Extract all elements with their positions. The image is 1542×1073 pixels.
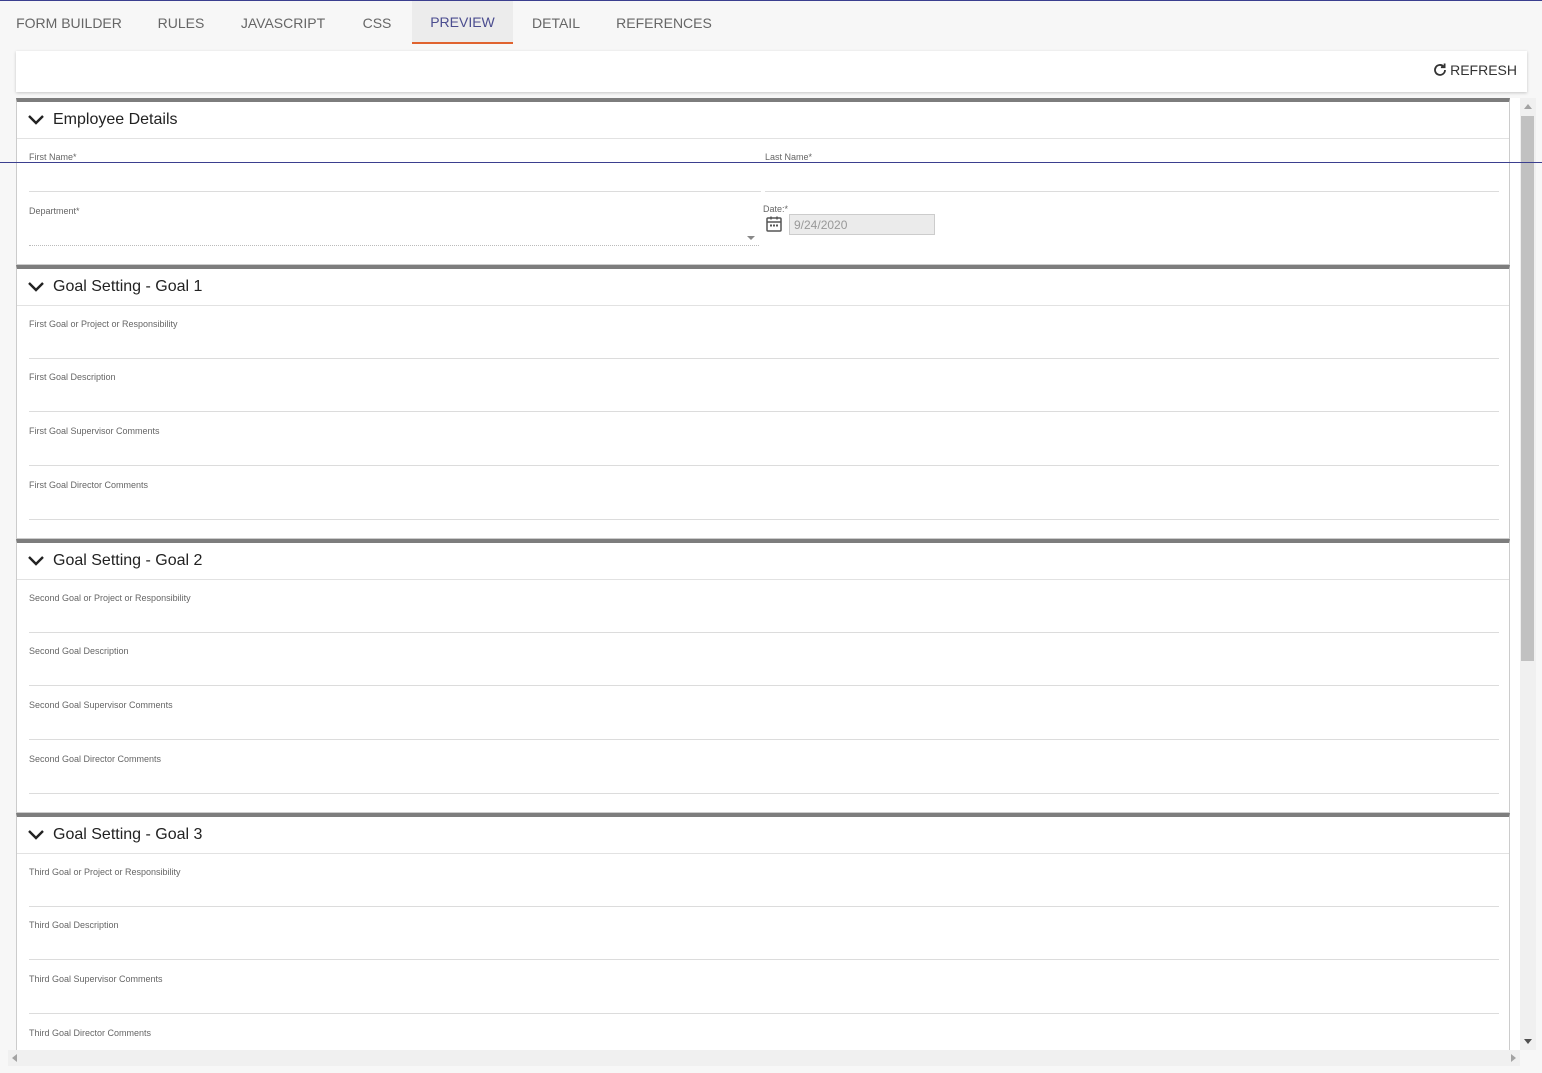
field-label: Third Goal Supervisor Comments: [29, 974, 163, 984]
field-label: First Goal Description: [29, 372, 116, 382]
chevron-down-icon: [28, 282, 44, 292]
tab-css[interactable]: CSS: [342, 1, 412, 44]
section-employee-details: Employee Details First Name* Last Name* …: [16, 98, 1510, 265]
guide-line: [0, 162, 1542, 163]
goal-field[interactable]: Second Goal Description: [29, 646, 1499, 686]
field-label: First Goal Supervisor Comments: [29, 426, 160, 436]
field-label: Third Goal Description: [29, 920, 119, 930]
section-title: Goal Setting - Goal 1: [53, 278, 203, 295]
refresh-label: REFRESH: [1450, 62, 1517, 78]
section-header[interactable]: Goal Setting - Goal 1: [17, 269, 1509, 306]
chevron-down-icon: [28, 115, 44, 125]
tab-preview[interactable]: PREVIEW: [412, 1, 513, 44]
first-name-field[interactable]: First Name*: [29, 152, 761, 192]
chevron-down-icon: [28, 556, 44, 566]
field-label: First Name*: [29, 152, 77, 162]
goal-field[interactable]: Third Goal Director Comments: [29, 1028, 1499, 1050]
field-label: Third Goal or Project or Responsibility: [29, 867, 181, 877]
goal-field[interactable]: Second Goal or Project or Responsibility: [29, 593, 1499, 633]
form-preview: Employee Details First Name* Last Name* …: [16, 98, 1520, 1050]
goal-field[interactable]: Third Goal or Project or Responsibility: [29, 867, 1499, 907]
date-input[interactable]: [789, 214, 935, 235]
tab-references[interactable]: REFERENCES: [599, 1, 729, 44]
goal-field[interactable]: First Goal Description: [29, 372, 1499, 412]
section-title: Goal Setting - Goal 2: [53, 552, 203, 569]
dropdown-arrow-icon: [747, 236, 755, 240]
section-header[interactable]: Goal Setting - Goal 2: [17, 543, 1509, 580]
goal-field[interactable]: First Goal Director Comments: [29, 480, 1499, 520]
field-label: Third Goal Director Comments: [29, 1028, 152, 1038]
section-header[interactable]: Employee Details: [17, 102, 1509, 139]
scroll-down-icon[interactable]: [1524, 1039, 1532, 1044]
scrollbar-thumb[interactable]: [1521, 116, 1534, 661]
horizontal-scrollbar[interactable]: [8, 1050, 1520, 1066]
field-label: Second Goal or Project or Responsibility: [29, 593, 191, 603]
scroll-right-icon[interactable]: [1511, 1054, 1516, 1062]
refresh-button[interactable]: REFRESH: [1432, 62, 1517, 78]
section-goal-1: Goal Setting - Goal 1 First Goal or Proj…: [16, 265, 1510, 539]
refresh-icon: [1434, 63, 1446, 76]
scroll-left-icon[interactable]: [12, 1054, 17, 1062]
goal-field[interactable]: Second Goal Director Comments: [29, 754, 1499, 794]
calendar-icon[interactable]: [765, 215, 783, 233]
goal-field[interactable]: Third Goal Supervisor Comments: [29, 974, 1499, 1014]
field-label: Date:*: [763, 204, 789, 214]
goal-field[interactable]: First Goal Supervisor Comments: [29, 426, 1499, 466]
last-name-field[interactable]: Last Name*: [765, 152, 1499, 192]
chevron-down-icon: [28, 830, 44, 840]
tab-detail[interactable]: DETAIL: [513, 1, 599, 44]
field-label: First Goal Director Comments: [29, 480, 149, 490]
section-header[interactable]: Goal Setting - Goal 3: [17, 817, 1509, 854]
field-label: First Goal or Project or Responsibility: [29, 319, 178, 329]
goal-field[interactable]: First Goal or Project or Responsibility: [29, 319, 1499, 359]
department-select[interactable]: Department*: [29, 206, 759, 246]
field-label: Second Goal Director Comments: [29, 754, 162, 764]
tab-form-builder[interactable]: FORM BUILDER: [0, 1, 138, 44]
vertical-scrollbar[interactable]: [1520, 98, 1536, 1050]
field-label: Second Goal Description: [29, 646, 129, 656]
field-label: Department*: [29, 206, 80, 216]
date-field: Date:*: [763, 204, 963, 244]
preview-toolbar: REFRESH: [16, 51, 1527, 92]
tab-rules[interactable]: RULES: [138, 1, 224, 44]
section-title: Employee Details: [53, 111, 178, 128]
goal-field[interactable]: Third Goal Description: [29, 920, 1499, 960]
tab-javascript[interactable]: JAVASCRIPT: [224, 1, 342, 44]
section-goal-2: Goal Setting - Goal 2 Second Goal or Pro…: [16, 539, 1510, 813]
section-title: Goal Setting - Goal 3: [53, 826, 203, 843]
goal-field[interactable]: Second Goal Supervisor Comments: [29, 700, 1499, 740]
tab-bar: FORM BUILDER RULES JAVASCRIPT CSS PREVIE…: [0, 1, 1542, 44]
field-label: Second Goal Supervisor Comments: [29, 700, 173, 710]
section-goal-3: Goal Setting - Goal 3 Third Goal or Proj…: [16, 813, 1510, 1050]
field-label: Last Name*: [765, 152, 813, 162]
scroll-up-icon[interactable]: [1524, 104, 1532, 109]
